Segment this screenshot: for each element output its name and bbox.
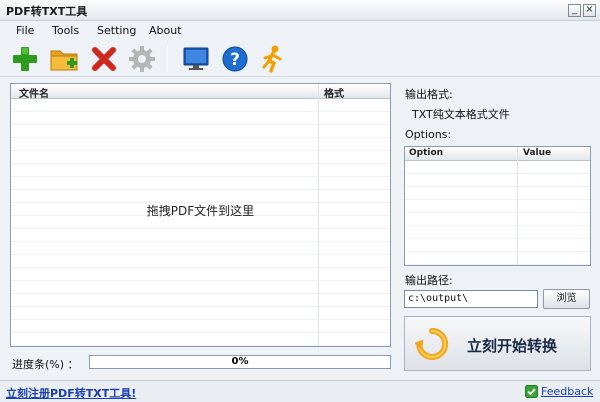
column-option[interactable]: Option (409, 148, 443, 158)
menu-tools[interactable]: Tools (52, 24, 79, 37)
progress-label: 进度条(%) ： (12, 358, 79, 371)
output-path-input[interactable]: c:\output\ (404, 290, 538, 308)
column-filename[interactable]: 文件名 (19, 85, 49, 100)
feedback-link[interactable]: Feedback (541, 385, 593, 398)
progress-bar: 0% (89, 355, 391, 369)
column-format[interactable]: 格式 (324, 85, 344, 100)
add-file-button[interactable] (10, 44, 40, 74)
options-column-divider (517, 147, 518, 265)
check-icon (525, 385, 538, 398)
delete-button[interactable] (89, 44, 119, 74)
help-button[interactable]: ? (220, 44, 250, 74)
folder-add-icon (50, 50, 78, 71)
menu-file[interactable]: File (16, 24, 34, 37)
help-icon: ? (222, 46, 248, 72)
toolbar: ? (0, 40, 600, 77)
file-list[interactable]: 文件名 格式 拖拽PDF文件到这里 (10, 83, 391, 347)
drop-hint: 拖拽PDF文件到这里 (146, 204, 255, 218)
svg-text:?: ? (230, 50, 240, 70)
menu-about[interactable]: About (149, 24, 182, 37)
runner-icon (262, 45, 282, 73)
options-label: Options: (405, 128, 452, 141)
minimize-button[interactable]: _ (568, 4, 581, 17)
options-table[interactable]: Option Value (404, 146, 591, 266)
add-folder-button[interactable] (49, 44, 79, 74)
file-list-header: 文件名 格式 (11, 84, 390, 100)
monitor-icon (183, 47, 209, 70)
delete-x-icon (92, 47, 116, 71)
window-title: PDF转TXT工具 (6, 5, 88, 18)
progress-text: 0% (231, 356, 249, 367)
register-link[interactable]: 立刻注册PDF转TXT工具! (6, 385, 136, 401)
output-format-value: TXT纯文本格式文件 (412, 108, 510, 121)
browse-button[interactable]: 浏览 (543, 289, 590, 309)
file-list-rows (11, 99, 390, 346)
close-button[interactable]: × (583, 4, 596, 17)
run-button[interactable] (258, 44, 288, 74)
refresh-arrow-icon (415, 327, 449, 360)
menu-bar: File Tools Setting About (0, 21, 600, 40)
column-value[interactable]: Value (523, 148, 551, 158)
output-path-label: 输出路径: (405, 274, 453, 287)
title-bar: PDF转TXT工具 _ × (0, 0, 600, 21)
settings-button[interactable] (127, 44, 157, 74)
display-button[interactable] (181, 44, 211, 74)
menu-setting[interactable]: Setting (97, 24, 136, 37)
options-rows (405, 161, 590, 265)
output-format-label: 输出格式: (405, 88, 453, 101)
toolbar-separator (167, 46, 168, 72)
start-convert-button[interactable]: 立刻开始转换 (404, 316, 591, 371)
plus-icon (13, 47, 37, 71)
gear-icon (129, 46, 155, 72)
options-header: Option Value (405, 147, 590, 161)
status-bar: 立刻注册PDF转TXT工具! Feedback (0, 380, 600, 402)
start-convert-label: 立刻开始转换 (467, 337, 558, 355)
